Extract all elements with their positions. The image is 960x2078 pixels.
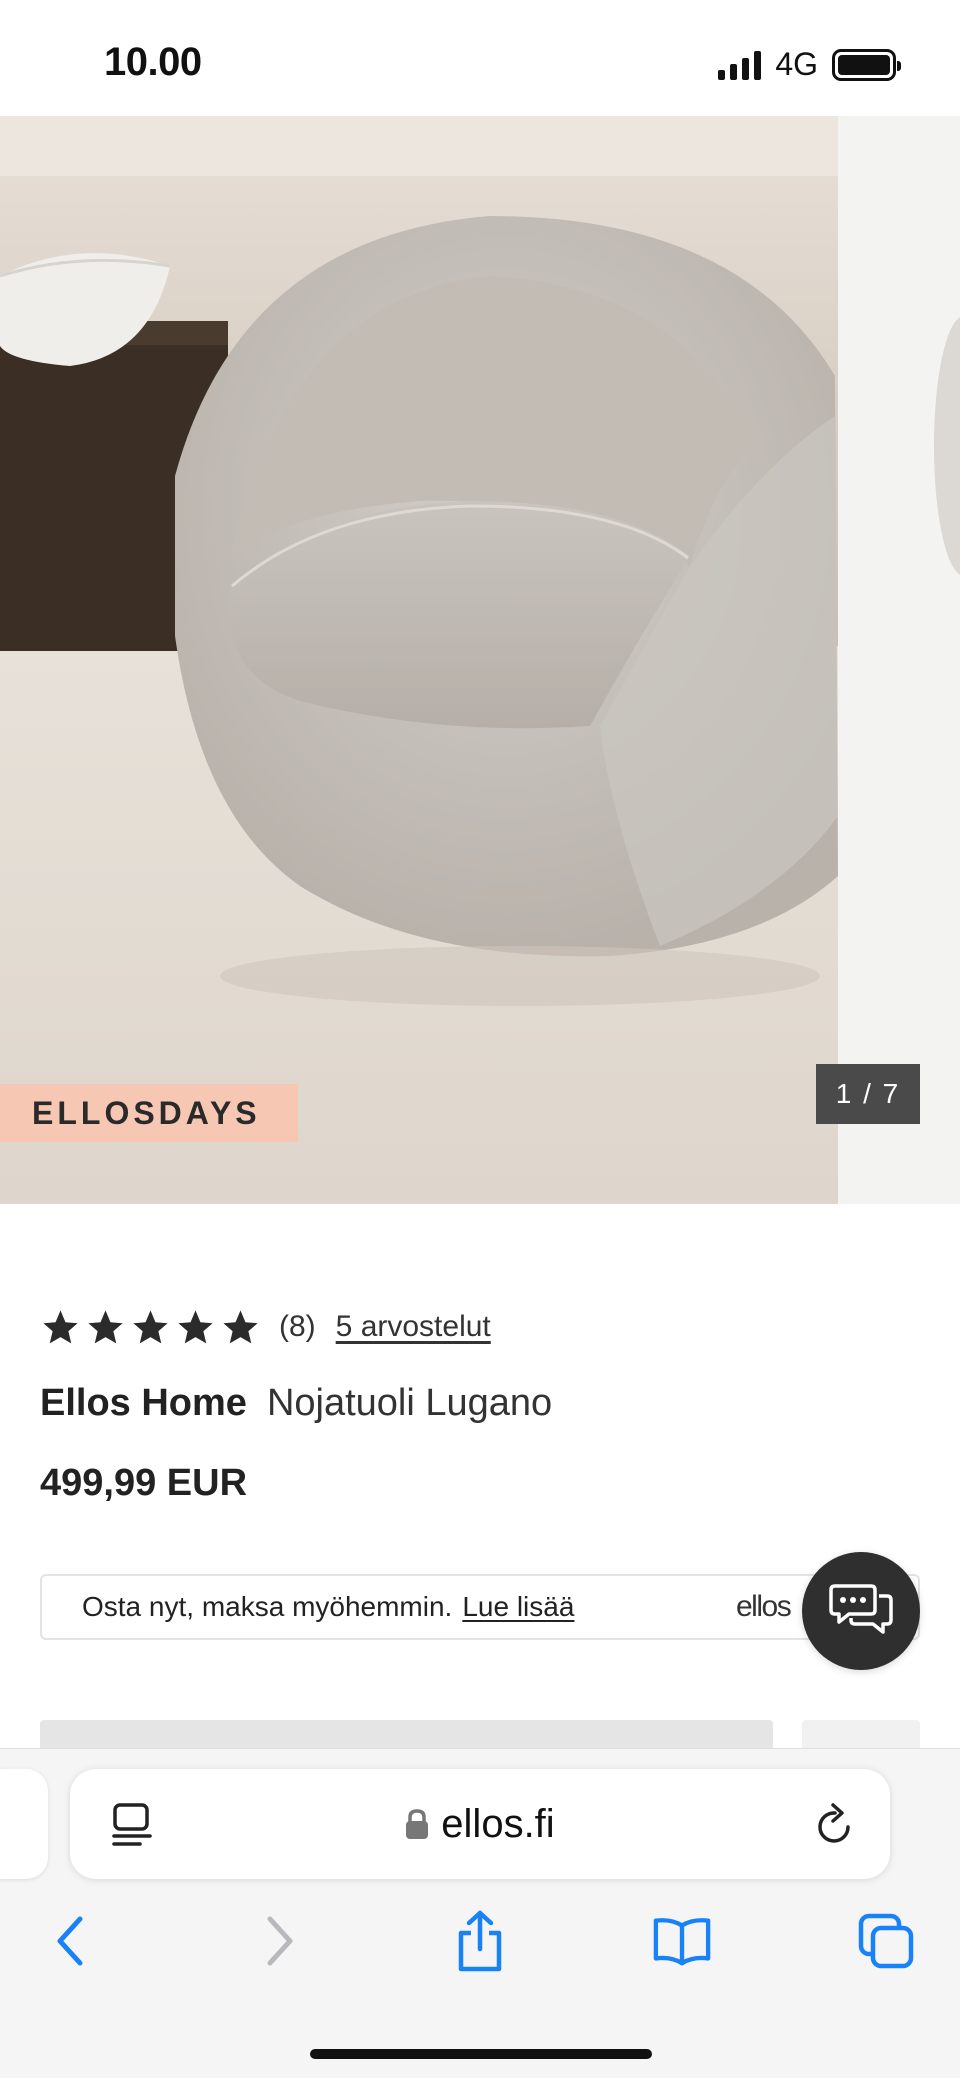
book-icon [653,1918,711,1966]
address-bar[interactable]: ellos.fi [70,1769,890,1879]
star-icon [43,1309,78,1343]
previous-tab-peek[interactable] [0,1769,48,1879]
reviews-link[interactable]: 5 arvostelut [336,1310,491,1344]
image-counter: 1 / 7 [816,1064,920,1124]
armchair-photo [0,116,838,1204]
back-button[interactable] [40,1911,100,1971]
star-icon [178,1309,213,1343]
chevron-left-icon [57,1916,83,1966]
product-price: 499,99 EUR [40,1462,248,1504]
next-image-peek[interactable] [838,116,960,1204]
reload-icon[interactable] [814,1801,856,1847]
bnpl-banner: Osta nyt, maksa myöhemmin. Lue lisää ell… [40,1574,920,1640]
star-icon [133,1309,168,1343]
forward-button[interactable] [250,1911,310,1971]
product-rating: (8) 5 arvostelut [40,1300,491,1354]
tabs-button[interactable] [856,1911,916,1971]
signal-icon [718,50,762,80]
product-gallery[interactable]: ELLOSDAYS 1 / 7 [0,116,960,1204]
promo-badge: ELLOSDAYS [0,1084,298,1142]
rating-count: (8) [279,1310,316,1343]
ellos-logo: ellos [736,1590,792,1623]
star-icon [223,1309,258,1343]
product-image[interactable]: ELLOSDAYS [0,116,838,1204]
share-icon [458,1910,502,1972]
star-icon [88,1309,123,1343]
read-more-link[interactable]: Lue lisää [462,1591,574,1623]
status-bar: 10.00 4G [0,0,960,116]
status-indicators: 4G [718,46,901,83]
share-button[interactable] [450,1910,510,1972]
battery-icon [832,48,901,81]
chat-button[interactable] [802,1552,920,1670]
star-rating [40,1307,261,1348]
tabs-icon [858,1913,914,1969]
bnpl-text: Osta nyt, maksa myöhemmin. [82,1591,453,1622]
url-display[interactable]: ellos.fi [70,1769,890,1879]
status-time: 10.00 [104,40,202,84]
lock-icon [406,1809,429,1839]
browser-toolbar [0,1901,960,1981]
product-title: Ellos Home Nojatuoli Lugano [40,1382,552,1425]
loading-placeholder [40,1720,773,1748]
product-brand: Ellos Home [40,1382,247,1424]
chat-bubbles-icon [829,1584,893,1634]
bookmarks-button[interactable] [652,1911,712,1971]
product-name: Nojatuoli Lugano [266,1382,553,1424]
loading-placeholder [802,1720,920,1748]
chevron-right-icon [267,1916,293,1966]
url-text: ellos.fi [441,1801,555,1846]
home-indicator [310,2049,652,2059]
browser-bottom-bar: ellos.fi [0,1748,960,2078]
network-type: 4G [775,46,818,82]
